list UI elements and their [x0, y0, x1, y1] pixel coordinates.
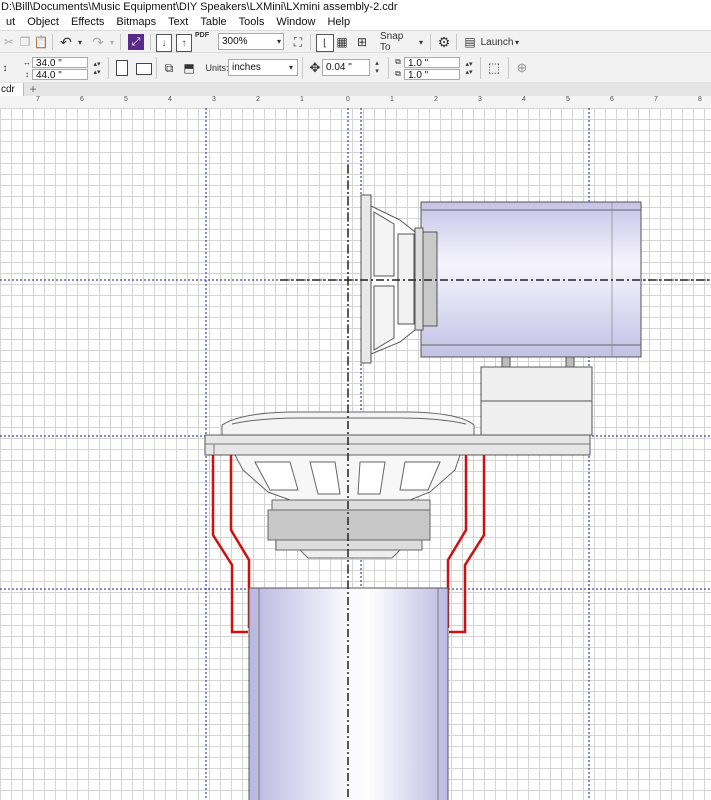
document-tab[interactable]: cdr — [0, 83, 24, 96]
ruler-label: 5 — [124, 96, 128, 103]
launch-button[interactable]: Launch — [480, 33, 514, 51]
menu-layout[interactable]: ut — [0, 14, 21, 30]
drawing-canvas[interactable] — [0, 108, 711, 800]
snap-to-button[interactable]: Snap To — [380, 31, 414, 53]
separator — [52, 34, 53, 50]
undo-dropdown-icon[interactable]: ▾ — [76, 33, 84, 51]
separator — [456, 34, 457, 50]
show-grid-icon[interactable]: ▦ — [334, 34, 350, 50]
ruler-label: 0 — [346, 96, 350, 103]
nudge-distance-field[interactable]: 0.04 " — [322, 59, 370, 76]
ruler-label: 8 — [698, 96, 702, 103]
export-icon[interactable]: ↑ — [176, 34, 192, 52]
ruler-label: 1 — [390, 96, 394, 103]
separator — [156, 57, 157, 79]
launch-dropdown-icon[interactable]: ▾ — [512, 33, 522, 51]
ruler-label: 7 — [36, 96, 40, 103]
menu-window[interactable]: Window — [270, 14, 321, 30]
portrait-icon[interactable] — [116, 60, 128, 76]
height-icon: ↕ — [25, 69, 29, 79]
duplicate-distance-y-field[interactable]: 1.0 " — [404, 69, 460, 80]
ruler-label: 6 — [610, 96, 614, 103]
standard-toolbar: ✂ ❐ 📋 ↶ ▾ ↷ ▾ ⤢ ↓ ↑ PDF 300% ▾ ⛶ ⌊ ▦ ⊞ S… — [0, 30, 711, 53]
landscape-icon[interactable] — [136, 63, 152, 75]
menu-object[interactable]: Object — [21, 14, 65, 30]
separator — [430, 34, 431, 50]
redo-icon[interactable]: ↷ — [90, 33, 106, 51]
pdf-export-icon[interactable]: PDF — [194, 32, 210, 50]
ruler-label: 6 — [80, 96, 84, 103]
launch-icon[interactable]: ▤ — [462, 33, 478, 51]
duplicate-x-icon: ⧉ — [395, 57, 401, 66]
ruler-label: 1 — [300, 96, 304, 103]
baffle-plate[interactable] — [204, 434, 591, 456]
show-guidelines-icon[interactable]: ⊞ — [352, 34, 372, 50]
zoom-dropdown-icon[interactable]: ▾ — [274, 33, 284, 50]
menu-text[interactable]: Text — [162, 14, 194, 30]
page-border-icon[interactable]: ⬚ — [486, 59, 502, 77]
redo-dropdown-icon[interactable]: ▾ — [108, 33, 116, 51]
nudge-distance-icon: ✥ — [309, 60, 321, 75]
options-gear-icon[interactable]: ⚙ — [436, 33, 452, 51]
current-page-icon[interactable]: ⬒ — [182, 59, 196, 77]
size-lock-icon[interactable]: ↕ — [0, 59, 10, 77]
duplicate-distance-x-field[interactable]: 1.0 " — [404, 57, 460, 68]
units-label: Units: — [205, 63, 229, 73]
ruler-label: 5 — [566, 96, 570, 103]
connector-box[interactable] — [480, 366, 593, 436]
drawing-svg[interactable] — [0, 108, 711, 800]
width-icon: ↔ — [23, 57, 31, 67]
menu-table[interactable]: Table — [194, 14, 232, 30]
document-tab-row: cdr + — [0, 82, 711, 97]
separator — [120, 34, 121, 50]
menu-effects[interactable]: Effects — [65, 14, 110, 30]
size-spinner-icon[interactable]: ▴▾ ▴▾ — [90, 57, 104, 80]
copy-icon[interactable]: ❐ — [18, 33, 32, 51]
ruler-label: 4 — [522, 96, 526, 103]
cut-icon[interactable]: ✂ — [2, 33, 16, 51]
ruler-label: 7 — [654, 96, 658, 103]
paste-icon[interactable]: 📋 — [34, 33, 49, 51]
menu-bar: ut Object Effects Bitmaps Text Table Too… — [0, 14, 711, 30]
ruler-label: 4 — [168, 96, 172, 103]
separator — [388, 57, 389, 79]
duplicate-spinner-icon[interactable]: ▴▾ ▴▾ — [462, 57, 476, 80]
separator — [108, 57, 109, 79]
separator — [310, 34, 311, 50]
ruler-label: 3 — [478, 96, 482, 103]
menu-tools[interactable]: Tools — [233, 14, 271, 30]
units-dropdown-icon[interactable]: ▾ — [286, 59, 296, 76]
mount-posts — [501, 356, 575, 368]
add-page-icon[interactable]: ⊕ — [514, 59, 530, 77]
import-icon[interactable]: ↓ — [156, 34, 172, 52]
separator — [302, 57, 303, 79]
menu-help[interactable]: Help — [321, 14, 356, 30]
window-title: D:\Bill\Documents\Music Equipment\DIY Sp… — [0, 0, 711, 14]
ruler-label: 2 — [434, 96, 438, 103]
object-height-field[interactable]: 44.0 " — [32, 69, 88, 80]
ruler-label: 2 — [256, 96, 260, 103]
separator — [508, 57, 509, 79]
snap-to-dropdown-icon[interactable]: ▾ — [416, 33, 426, 51]
ruler-label: 3 — [212, 96, 216, 103]
separator — [150, 34, 151, 50]
object-width-field[interactable]: 34.0 " — [32, 57, 88, 68]
property-bar: ↕ ↔ 34.0 " ↕ 44.0 " ▴▾ ▴▾ ⧉ ⬒ Units: inch… — [0, 52, 711, 84]
undo-icon[interactable]: ↶ — [58, 33, 74, 51]
separator — [480, 57, 481, 79]
full-screen-icon[interactable]: ⛶ — [290, 34, 306, 50]
show-rulers-icon[interactable]: ⌊ — [316, 34, 334, 52]
duplicate-y-icon: ⧉ — [395, 69, 401, 78]
all-pages-icon[interactable]: ⧉ — [162, 59, 176, 77]
nudge-spinner-icon[interactable]: ▴ ▾ — [372, 59, 382, 76]
search-content-icon[interactable]: ⤢ — [128, 34, 144, 50]
menu-bitmaps[interactable]: Bitmaps — [110, 14, 162, 30]
add-tab-icon[interactable]: + — [27, 83, 39, 95]
